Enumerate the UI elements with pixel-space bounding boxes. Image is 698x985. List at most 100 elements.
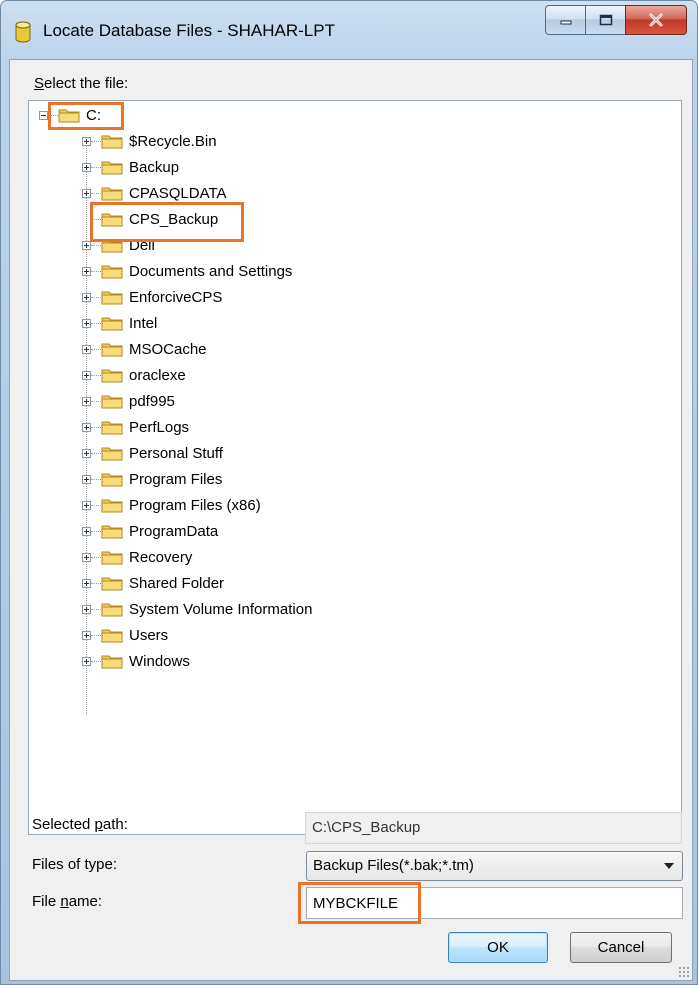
expand-icon[interactable] xyxy=(82,422,91,432)
expand-icon[interactable] xyxy=(82,344,91,354)
tree-item[interactable]: Shared Folder xyxy=(82,571,224,595)
no-expander xyxy=(82,215,91,224)
tree-item[interactable]: System Volume Information xyxy=(82,597,312,621)
tree-dots xyxy=(91,608,101,610)
window-title: Locate Database Files - SHAHAR-LPT xyxy=(43,21,335,40)
tree-dots xyxy=(91,348,101,350)
tree-item[interactable]: EnforciveCPS xyxy=(82,285,222,309)
tree-item[interactable]: Dell xyxy=(82,233,155,257)
collapse-icon[interactable] xyxy=(39,110,48,120)
minimize-button[interactable] xyxy=(545,5,585,35)
file-name-input[interactable] xyxy=(306,887,683,919)
tree-dots xyxy=(91,478,101,480)
tree-item-label: MSOCache xyxy=(129,340,207,358)
folder-icon xyxy=(101,239,123,253)
expand-icon[interactable] xyxy=(82,630,91,640)
tree-dots xyxy=(48,114,58,116)
files-of-type-value: Backup Files(*.bak;*.tm) xyxy=(313,857,474,874)
files-of-type-dropdown[interactable]: Backup Files(*.bak;*.tm) xyxy=(306,851,683,881)
chevron-down-icon xyxy=(664,863,674,869)
tree-item-label: Dell xyxy=(129,236,155,254)
tree-dots xyxy=(91,166,101,168)
locate-database-files-window: Locate Database Files - SHAHAR-LPT Selec… xyxy=(0,0,698,985)
expand-icon[interactable] xyxy=(82,656,91,666)
folder-icon xyxy=(101,577,123,591)
folder-icon xyxy=(101,317,123,331)
folder-icon xyxy=(101,395,123,409)
maximize-button[interactable] xyxy=(585,5,625,35)
tree-item-label: $Recycle.Bin xyxy=(129,132,217,150)
ok-button[interactable]: OK xyxy=(448,932,548,963)
file-name-label: File name: xyxy=(32,893,103,910)
select-file-label: Select the file: xyxy=(34,75,129,92)
tree-item-label: EnforciveCPS xyxy=(129,288,223,306)
folder-icon xyxy=(101,603,123,617)
tree-item[interactable]: Program Files (x86) xyxy=(82,493,261,517)
tree-dots xyxy=(91,322,101,324)
tree-item[interactable]: CPASQLDATA xyxy=(82,181,227,205)
expand-icon[interactable] xyxy=(82,188,91,198)
files-of-type-label: Files of type: xyxy=(32,856,118,873)
tree-item[interactable]: Personal Stuff xyxy=(82,441,223,465)
expand-icon[interactable] xyxy=(82,162,91,172)
tree-item[interactable]: MSOCache xyxy=(82,337,207,361)
tree-dots xyxy=(91,374,101,376)
expand-icon[interactable] xyxy=(82,604,91,614)
expand-icon[interactable] xyxy=(82,396,91,406)
tree-dots xyxy=(91,452,101,454)
tree-item-label: Users xyxy=(129,626,169,644)
expand-icon[interactable] xyxy=(82,318,91,328)
expand-icon[interactable] xyxy=(82,240,91,250)
tree-item[interactable]: PerfLogs xyxy=(82,415,189,439)
title-bar[interactable]: Locate Database Files - SHAHAR-LPT xyxy=(1,1,697,59)
tree-item[interactable]: CPS_Backup xyxy=(82,207,218,231)
tree-item[interactable]: Backup xyxy=(82,155,179,179)
tree-dots xyxy=(91,270,101,272)
selected-path-label: Selected path: xyxy=(32,816,128,833)
expand-icon[interactable] xyxy=(82,266,91,276)
tree-item[interactable]: Users xyxy=(82,623,168,647)
tree-root-c-drive[interactable]: C: xyxy=(39,103,101,127)
folder-icon xyxy=(101,369,123,383)
folder-icon xyxy=(101,161,123,175)
maximize-icon xyxy=(599,14,612,26)
cancel-button[interactable]: Cancel xyxy=(570,932,672,963)
minimize-icon xyxy=(560,20,571,25)
folder-tree[interactable]: C: $Recycle.Bin Backup CPASQLDATA CPS_Backu… xyxy=(28,100,682,835)
tree-item[interactable]: Documents and Settings xyxy=(82,259,292,283)
tree-item-label: PerfLogs xyxy=(129,418,190,436)
tree-dots xyxy=(91,504,101,506)
resize-grip-icon[interactable] xyxy=(678,966,690,978)
folder-icon xyxy=(101,629,123,643)
expand-icon[interactable] xyxy=(82,526,91,536)
tree-root-label: C: xyxy=(86,106,101,124)
expand-icon[interactable] xyxy=(82,448,91,458)
close-button[interactable] xyxy=(625,5,687,35)
expand-icon[interactable] xyxy=(82,500,91,510)
tree-item[interactable]: Intel xyxy=(82,311,157,335)
tree-dots xyxy=(91,244,101,246)
close-icon xyxy=(649,13,663,27)
expand-icon[interactable] xyxy=(82,136,91,146)
tree-dots xyxy=(91,192,101,194)
folder-icon xyxy=(101,525,123,539)
tree-item[interactable]: pdf995 xyxy=(82,389,175,413)
tree-item-label: pdf995 xyxy=(129,392,175,410)
expand-icon[interactable] xyxy=(82,292,91,302)
expand-icon[interactable] xyxy=(82,474,91,484)
tree-item[interactable]: oraclexe xyxy=(82,363,186,387)
tree-item[interactable]: Windows xyxy=(82,649,190,673)
folder-icon xyxy=(101,551,123,565)
tree-item[interactable]: ProgramData xyxy=(82,519,218,543)
tree-item[interactable]: $Recycle.Bin xyxy=(82,129,217,153)
dialog-client-area: Select the file: C: $Recycle.Bin Backup CP… xyxy=(9,59,693,981)
tree-item[interactable]: Program Files xyxy=(82,467,222,491)
expand-icon[interactable] xyxy=(82,552,91,562)
tree-dots xyxy=(91,426,101,428)
tree-item-label: CPS_Backup xyxy=(129,210,219,228)
expand-icon[interactable] xyxy=(82,578,91,588)
folder-icon xyxy=(101,421,123,435)
expand-icon[interactable] xyxy=(82,370,91,380)
tree-item-label: oraclexe xyxy=(129,366,186,384)
tree-item[interactable]: Recovery xyxy=(82,545,192,569)
